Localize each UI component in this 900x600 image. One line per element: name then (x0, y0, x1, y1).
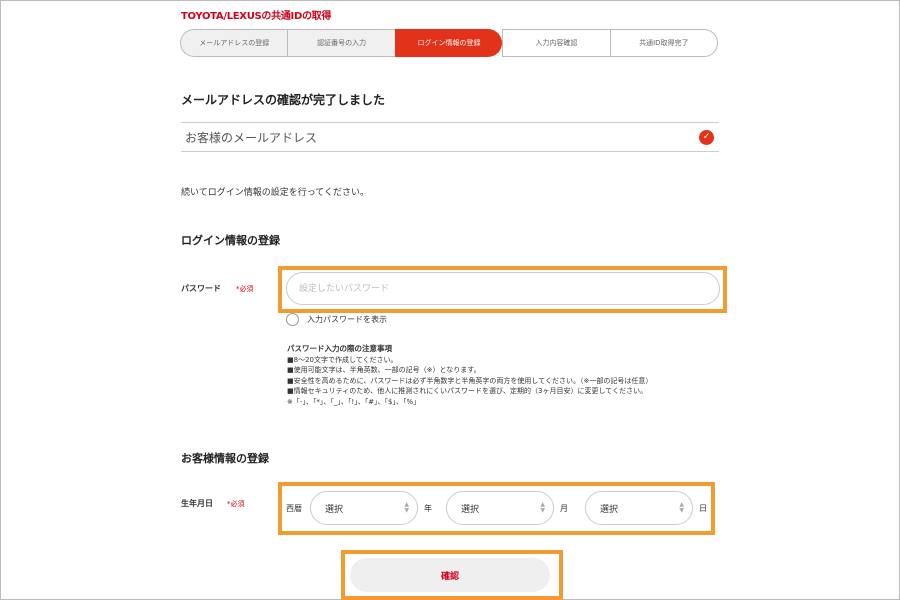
day-select-value: 選択 (600, 504, 619, 515)
password-notes: パスワード入力の際の注意事項 ■8～20文字で作成してください。 ■使用可能文字… (287, 344, 652, 407)
day-select[interactable]: 選択 ▲ ▼ (585, 491, 693, 525)
confirm-button[interactable]: 確認 (350, 558, 550, 592)
day-select-arrows-icon: ▲ ▼ (679, 501, 684, 514)
progress-steps: メールアドレスの登録 認証番号の入力 ログイン情報の登録 入力内容確認 共通ID… (180, 29, 719, 57)
month-select-value: 選択 (461, 504, 480, 515)
password-note: ■8～20文字で作成してください。 (287, 355, 398, 364)
email-row: お客様のメールアドレス ✓ (181, 122, 719, 152)
password-note: ■情報セキュリティのため、他人に推測されにくいパスワードを選び、定期的（3ヶ月目… (287, 387, 648, 395)
customer-section-heading: お客様情報の登録 (181, 452, 269, 465)
show-password-toggle[interactable]: 入力パスワードを表示 (286, 313, 387, 326)
month-select-arrows-icon: ▲ ▼ (540, 501, 545, 514)
brand-title: TOYOTA/LEXUSの共通IDの取得 (181, 11, 332, 22)
email-section-heading: メールアドレスの確認が完了しました (181, 93, 386, 107)
password-note: ■使用可能文字は、半角英数、一部の記号（※）となります。 (287, 366, 481, 374)
birthdate-label: 生年月日 (181, 499, 213, 508)
login-section-heading: ログイン情報の登録 (181, 234, 280, 247)
era-label: 西暦 (286, 503, 302, 513)
birthdate-required-mark: *必須 (227, 500, 245, 508)
password-note: ■安全性を高めるために、パスワードは必ず半角数字と半角英字の両方を使用してくださ… (287, 376, 653, 385)
email-label: お客様のメールアドレス (185, 130, 318, 145)
day-unit: 日 (699, 503, 707, 513)
month-select[interactable]: 選択 ▲ ▼ (446, 491, 554, 525)
step-login-info: ログイン情報の登録 (394, 29, 503, 57)
continue-instruction: 続いてログイン情報の設定を行ってください。 (181, 188, 370, 198)
password-required-mark: *必須 (236, 285, 254, 293)
birthdate-row: 西暦 選択 ▲ ▼ 年 選択 ▲ ▼ 月 選択 ▲ ▼ 日 (286, 490, 707, 526)
show-password-label: 入力パスワードを表示 (307, 315, 387, 324)
password-note: ※「-」、「*」、「_」、「!」、「#」、「$」、「%」 (287, 397, 421, 406)
year-select-value: 選択 (325, 504, 344, 515)
password-input[interactable] (286, 272, 720, 305)
password-notes-title: パスワード入力の際の注意事項 (287, 344, 392, 353)
year-select[interactable]: 選択 ▲ ▼ (310, 491, 418, 525)
year-unit: 年 (424, 503, 432, 513)
step-confirm: 入力内容確認 (502, 29, 610, 57)
password-label: パスワード (181, 284, 221, 293)
step-complete: 共通ID取得完了 (609, 29, 719, 57)
step-email: メールアドレスの登録 (180, 29, 288, 57)
check-icon: ✓ (699, 129, 714, 145)
show-password-radio[interactable] (286, 313, 299, 326)
year-select-arrows-icon: ▲ ▼ (404, 501, 409, 514)
month-unit: 月 (560, 503, 568, 513)
step-auth-code: 認証番号の入力 (287, 29, 395, 57)
